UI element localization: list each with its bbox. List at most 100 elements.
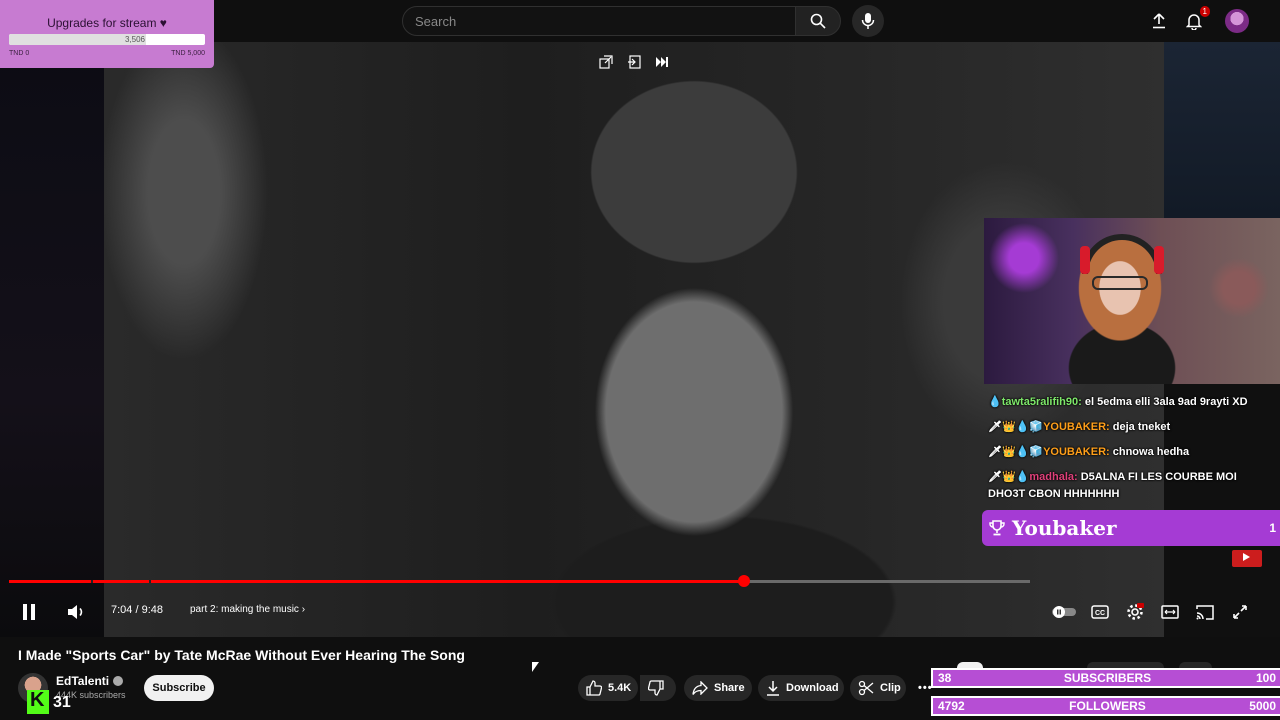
top-supporter-banner: Youbaker 1 (982, 510, 1280, 546)
goal-min-label: TND 0 (9, 50, 30, 57)
chapter-title[interactable]: part 2: making the music › (190, 604, 305, 615)
notifications-button[interactable]: 1 (1181, 6, 1210, 34)
stream-goal-widget: Upgrades for stream ♥ 3,506 TND 0 TND 5,… (0, 0, 214, 68)
notification-badge: 1 (1199, 6, 1210, 17)
video-letterbox-left (0, 42, 104, 637)
goal-max-label: TND 5,000 (171, 50, 205, 57)
chat-text: el 5edma elli 3ala 9ad 9rayti XD (1084, 396, 1248, 408)
cast-button[interactable] (1191, 598, 1219, 626)
like-button[interactable]: 5.4K (578, 675, 638, 701)
seek-bar-played (9, 580, 745, 583)
chevron-right-icon: › (301, 604, 306, 615)
theater-mode-button[interactable] (1156, 598, 1184, 626)
share-label: Share (714, 682, 745, 694)
clip-button[interactable]: Clip (850, 675, 906, 701)
scissors-icon (858, 680, 874, 696)
video-letterbox-right (1164, 42, 1280, 218)
account-avatar[interactable] (1225, 9, 1249, 33)
theater-icon (1161, 605, 1179, 619)
clip-label: Clip (880, 682, 901, 694)
followers-goal-label: FOLLOWERS (1069, 699, 1146, 713)
subscribers-goal-target: 100 (1255, 671, 1276, 685)
chat-text: chnowa hedha (1112, 446, 1190, 458)
microphone-icon (861, 13, 875, 29)
subscribe-button[interactable]: Subscribe (144, 675, 214, 701)
mouse-cursor (532, 662, 539, 672)
gear-icon (1127, 603, 1144, 620)
voice-search-button[interactable] (852, 5, 884, 37)
fullscreen-button[interactable] (1226, 598, 1254, 626)
bell-icon (1186, 13, 1202, 30)
svg-text:CC: CC (1095, 610, 1105, 617)
like-count: 5.4K (608, 682, 632, 694)
channel-name[interactable]: EdTalenti (56, 674, 124, 688)
search-box[interactable] (402, 6, 796, 36)
upload-button[interactable] (1146, 8, 1172, 34)
chat-message: 🗡👑💧madhala: D5ALNA FI LES COURBE MOI DHO… (984, 469, 1280, 503)
video-title: I Made "Sports Car" by Tate McRae Withou… (18, 647, 465, 663)
thumbs-up-icon (586, 680, 602, 696)
goal-title: Upgrades for stream ♥ (47, 16, 167, 30)
enter-icon (628, 55, 641, 69)
volume-button[interactable] (62, 598, 90, 626)
download-icon (767, 681, 779, 696)
pause-button[interactable] (15, 598, 43, 626)
chat-badges: 🗡👑💧🧊 (988, 446, 1044, 458)
chat-text: deja tneket (1112, 421, 1171, 433)
search-icon (810, 13, 826, 29)
skip-next-icon (656, 57, 668, 67)
followers-goal-target: 5000 (1249, 699, 1276, 713)
settings-button[interactable] (1121, 598, 1149, 626)
kick-logo-icon (27, 689, 49, 714)
enter-button[interactable] (624, 52, 644, 72)
headphones (1082, 234, 1162, 274)
time-display: 7:04 / 9:48 (111, 604, 163, 616)
miniplayer-controls (596, 52, 672, 72)
search-input[interactable] (403, 7, 795, 35)
followers-goal-bar: FOLLOWERS 4792 5000 (931, 696, 1280, 716)
volume-icon (68, 605, 83, 619)
streamer-webcam (984, 218, 1280, 384)
captions-button[interactable]: CC (1086, 598, 1114, 626)
popout-icon (599, 55, 613, 69)
chat-username: madhala: (1029, 471, 1078, 483)
top-supporter-name: Youbaker (1012, 516, 1117, 540)
pause-icon (23, 604, 35, 620)
headphone-ear-right (1154, 246, 1164, 274)
more-actions-button[interactable]: ••• (912, 675, 932, 701)
chat-badges: 🗡👑💧🧊 (988, 421, 1044, 433)
download-label: Download (786, 682, 839, 694)
subscribers-goal-bar: SUBSCRIBERS 38 100 (931, 668, 1280, 688)
seek-bar[interactable] (9, 575, 1030, 587)
autoplay-toggle[interactable] (1050, 598, 1078, 626)
fullscreen-exit-icon (1233, 605, 1247, 619)
subscribers-goal-label: SUBSCRIBERS (1063, 671, 1152, 685)
upload-icon (1153, 13, 1165, 29)
share-icon (692, 681, 708, 695)
chat-message: 💧tawta5ralifih90: el 5edma elli 3ala 9ad… (984, 394, 1280, 411)
chat-message: 🗡👑💧🧊YOUBAKER: deja tneket (984, 419, 1280, 436)
next-button[interactable] (652, 52, 672, 72)
cast-icon (1196, 604, 1214, 620)
kick-viewer-count: 31 (53, 694, 71, 711)
subscribe-logo-icon (1232, 550, 1262, 567)
miniplayer-button[interactable] (596, 52, 616, 72)
chat-username: YOUBAKER: (1043, 446, 1110, 458)
dislike-button[interactable] (640, 675, 676, 701)
captions-icon: CC (1091, 605, 1109, 619)
seek-handle[interactable] (738, 575, 751, 587)
trophy-icon (989, 520, 1005, 536)
chat-username: tawta5ralifih90: (1001, 396, 1082, 408)
thumbs-down-icon (648, 680, 664, 696)
goal-current-amount: 3,506 (124, 35, 145, 44)
top-supporter-rank: 1 (1269, 521, 1276, 535)
chapter-marker (91, 580, 93, 583)
autoplay-toggle-icon (1052, 606, 1076, 618)
channel-name-label: EdTalenti (56, 674, 110, 688)
chapter-marker (149, 580, 151, 583)
chat-badges: 💧 (988, 396, 1002, 408)
app-root: 1 Upgrades for stream ♥ 3,506 TND 0 TND … (0, 0, 1280, 720)
share-button[interactable]: Share (684, 675, 752, 701)
search-button[interactable] (795, 6, 841, 36)
download-button[interactable]: Download (758, 675, 844, 701)
